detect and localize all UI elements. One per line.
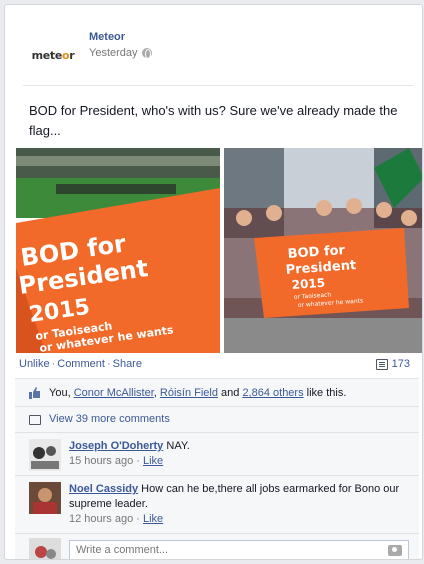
post-time-link[interactable]: Yesterday (89, 47, 138, 59)
comment-input[interactable]: Write a comment... (69, 540, 409, 559)
feedback-section: You, Conor McAllister, Róisín Field and … (15, 378, 419, 559)
likes-sentence: You, Conor McAllister, Róisín Field and … (15, 379, 419, 407)
post-photo-crowd[interactable]: BOD for President 2015 or Taoiseach or w… (224, 148, 422, 353)
unlike-link[interactable]: Unlike (19, 358, 50, 370)
comment-count-value: 173 (391, 358, 410, 370)
commenter-avatar[interactable] (29, 482, 61, 514)
comment-icon (29, 415, 41, 425)
comment-bubble-icon (375, 358, 388, 370)
view-more-comments[interactable]: View 39 more comments (15, 407, 419, 433)
page-avatar[interactable]: mete o r (23, 33, 83, 77)
commenter-name-link[interactable]: Joseph O'Doherty (69, 440, 163, 452)
post-photo-stadium[interactable]: BOD for President 2015 or Taoiseach or w… (16, 148, 220, 353)
view-more-label: View 39 more comments (49, 413, 170, 425)
separator-dot: · (106, 358, 111, 370)
likes-prefix: You, (49, 387, 74, 399)
share-link[interactable]: Share (113, 358, 142, 370)
globe-icon (141, 48, 152, 59)
likes-suffix: like this. (303, 387, 347, 399)
logo-text-end: r (69, 48, 75, 62)
comment-item: Noel Cassidy How can he be,there all job… (15, 476, 419, 534)
comment-input-placeholder: Write a comment... (76, 544, 169, 556)
header-divider (23, 85, 413, 86)
comment-time[interactable]: 12 hours ago (69, 513, 133, 525)
page-name-link[interactable]: Meteor (89, 31, 125, 43)
comment-text: NAY. (163, 440, 190, 452)
post-header: mete o r Meteor Yesterday (23, 29, 413, 85)
liker-link-1[interactable]: Conor McAllister (74, 387, 154, 399)
post-actions: Unlike · Comment · Share 173 (19, 358, 414, 376)
flag2-text-line3: 2015 (291, 276, 325, 292)
liker-link-2[interactable]: Róisín Field (160, 387, 218, 399)
commenter-avatar[interactable] (29, 439, 61, 471)
photo-crowd-image: BOD for President 2015 or Taoiseach or w… (224, 148, 422, 353)
photo-stadium-image: BOD for President 2015 or Taoiseach or w… (16, 148, 220, 353)
comment-time[interactable]: 15 hours ago (69, 455, 133, 467)
logo-text: mete (31, 48, 63, 62)
comment-composer: Write a comment... (15, 534, 419, 559)
likes-and: and (217, 387, 243, 399)
separator-dot: · (51, 358, 56, 370)
comment-like-link[interactable]: Like (143, 513, 163, 525)
others-likes-link[interactable]: 2,864 others (242, 387, 303, 399)
comment-link[interactable]: Comment (57, 358, 105, 370)
my-avatar (29, 538, 61, 559)
camera-icon[interactable] (388, 545, 402, 556)
logo-text-accent: o (62, 48, 70, 62)
post-card: mete o r Meteor Yesterday BOD for Presiden… (4, 4, 423, 560)
comment-item: Joseph O'Doherty NAY. 15 hours ago · Lik… (15, 433, 419, 476)
comment-count[interactable]: 173 (375, 358, 410, 370)
comment-like-link[interactable]: Like (143, 455, 163, 467)
thumbs-up-icon (29, 387, 40, 399)
post-message: BOD for President, who's with us? Sure w… (29, 103, 398, 138)
commenter-name-link[interactable]: Noel Cassidy (69, 483, 138, 495)
post-timestamp: Yesterday (89, 47, 152, 59)
